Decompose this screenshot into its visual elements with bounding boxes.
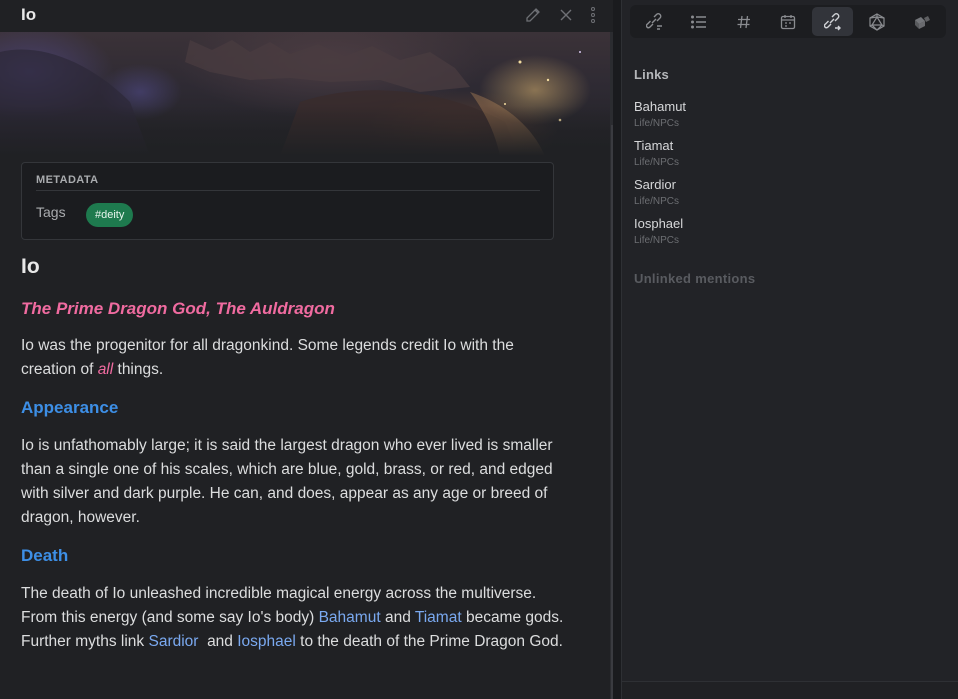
more-options-icon[interactable] [582, 5, 604, 25]
edit-pencil-icon[interactable] [522, 5, 544, 25]
link-path: Life/NPCs [634, 196, 680, 207]
appearance-heading: Appearance [21, 398, 119, 417]
link-tiamat[interactable]: Tiamat [415, 609, 462, 626]
links-heading: Links [634, 67, 669, 82]
metadata-panel: METADATA Tags #deity [21, 162, 554, 240]
outgoing-link-iosphael[interactable]: Iosphael Life/NPCs [634, 216, 683, 248]
appearance-paragraph: Io is unfathomably large; it is said the… [21, 437, 553, 526]
outline-list-icon[interactable] [679, 7, 720, 36]
intro-text: Io was the progenitor for all dragonkind… [21, 337, 514, 378]
note-tab-title[interactable]: Io [21, 5, 36, 25]
pane-resize-handle[interactable] [613, 0, 622, 699]
link-sardior[interactable]: Sardior [148, 633, 198, 650]
death-text-2: and [380, 609, 415, 626]
calendar-icon[interactable] [768, 7, 809, 36]
death-text-5: to the death of the Prime Dragon God. [295, 633, 563, 650]
link-name: Sardior [634, 177, 676, 192]
intro-paragraph: Io was the progenitor for all dragonkind… [21, 334, 566, 382]
death-paragraph: The death of Io unleashed incredible mag… [21, 582, 566, 654]
outgoing-link-tiamat[interactable]: Tiamat Life/NPCs [634, 138, 679, 170]
metadata-heading: METADATA [36, 174, 99, 186]
metadata-divider [36, 190, 540, 191]
link-name: Iosphael [634, 216, 684, 231]
outgoing-links-icon[interactable] [812, 7, 853, 36]
link-path: Life/NPCs [634, 157, 680, 168]
intro-text-end: things. [113, 361, 164, 378]
outgoing-link-bahamut[interactable]: Bahamut Life/NPCs [634, 99, 686, 131]
link-name: Bahamut [634, 99, 687, 114]
hashtag-icon[interactable] [723, 7, 764, 36]
death-text-4: and [198, 633, 238, 650]
backlinks-icon[interactable] [634, 7, 675, 36]
unlinked-mentions-heading[interactable]: Unlinked mentions [634, 271, 755, 286]
dice-icon[interactable] [901, 7, 942, 36]
outgoing-link-sardior[interactable]: Sardior Life/NPCs [634, 177, 679, 209]
d20-dice-icon[interactable] [857, 7, 898, 36]
link-name: Tiamat [634, 138, 674, 153]
tag-deity[interactable]: #deity [86, 203, 134, 227]
right-sidebar: Links Bahamut Life/NPCs Tiamat Life/NPCs… [622, 0, 958, 699]
note-body: Io The Prime Dragon God, The Auldragon I… [21, 255, 566, 670]
tags-label: Tags [36, 204, 66, 220]
link-path: Life/NPCs [634, 118, 680, 129]
banner-fade [0, 106, 613, 156]
note-subtitle: The Prime Dragon God, The Auldragon [21, 299, 335, 318]
link-bahamut[interactable]: Bahamut [319, 609, 381, 626]
sidebar-footer [622, 681, 958, 699]
note-header: Io [0, 0, 613, 32]
close-icon[interactable] [555, 5, 577, 25]
intro-emphasis: all [97, 361, 114, 378]
banner-image [0, 32, 613, 156]
link-iosphael[interactable]: Iosphael [237, 633, 296, 650]
link-path: Life/NPCs [634, 235, 680, 246]
sidebar-toolbar [630, 5, 946, 38]
death-heading: Death [21, 546, 69, 565]
note-pane: Io METADATA Tags #deity Io The Prime Dra… [0, 0, 613, 699]
note-heading: Io [21, 255, 40, 278]
